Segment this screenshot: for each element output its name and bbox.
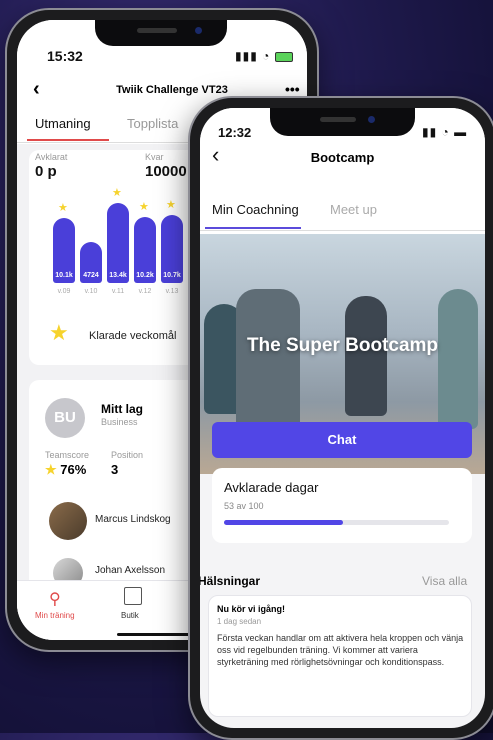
back-notch (95, 20, 227, 46)
back-page-title: Twiik Challenge VT23 (116, 84, 228, 96)
back-camera-icon (195, 27, 202, 34)
week-bar-value: 13.4k (109, 272, 127, 279)
chat-button[interactable]: Chat (212, 422, 472, 458)
left-label: Kvar (145, 152, 164, 162)
front-phone-screen: 12:32 ▮▮ ◔ ▬ ‹ Bootcamp Min Coachning Me… (200, 108, 485, 728)
see-all-link[interactable]: Visa alla (422, 574, 467, 588)
progress-fill (224, 520, 344, 525)
nav-butik[interactable]: Butik (121, 611, 139, 620)
week-bar-label: v.12 (138, 288, 152, 295)
progress-track (224, 520, 449, 525)
greeting-title: Nu kör vi igång! (217, 604, 286, 614)
team-avatar: BU (45, 398, 85, 438)
tab-min-coachning[interactable]: Min Coachning (212, 202, 299, 217)
week-bar-value: 10.1k (55, 272, 73, 279)
back-speaker (137, 28, 177, 33)
position-label: Position (111, 450, 144, 460)
front-status-icons: ▮▮ ◔ ▬ (422, 125, 468, 139)
week-bar-value: 10.7k (163, 272, 181, 279)
progress-title: Avklarade dagar (224, 480, 319, 495)
tab-meet-up[interactable]: Meet up (330, 202, 377, 217)
progress-subtitle: 53 av 100 (224, 501, 264, 511)
back-status-time: 15:32 (47, 48, 83, 64)
training-icon[interactable]: ⚲ (49, 589, 61, 609)
nav-min-traning[interactable]: Min träning (35, 611, 75, 620)
front-camera-icon (368, 116, 375, 123)
progress-card: Avklarade dagar 53 av 100 (212, 468, 472, 543)
front-status-time: 12:32 (218, 125, 252, 140)
back-status-icons: ▮▮▮ ◔ (235, 49, 293, 63)
home-indicator (117, 633, 197, 636)
team-name: Mitt lag (101, 402, 143, 416)
more-options-icon[interactable]: ••• (285, 81, 300, 97)
back-arrow-icon[interactable]: ‹ (212, 142, 219, 168)
tab-utmaning[interactable]: Utmaning (35, 116, 91, 131)
back-arrow-icon[interactable]: ‹ (33, 78, 40, 101)
front-phone: 12:32 ▮▮ ◔ ▬ ‹ Bootcamp Min Coachning Me… (188, 96, 493, 740)
week-bar-label: v.10 (84, 288, 98, 295)
weekly-bar-chart: 10.1k v.09 ★ 4724 v.10 13.4k v.11 ★ 10.2k v.12 ★ 10… (53, 187, 203, 295)
week-bar-label: v.11 (111, 288, 125, 295)
teamscore-number: 76% (60, 462, 87, 477)
front-page-title: Bootcamp (310, 150, 375, 165)
greeting-body: Första veckan handlar om att aktivera he… (217, 633, 464, 667)
greeting-time: 1 dag sedan (217, 617, 262, 626)
front-notch (270, 108, 415, 136)
hero-title: The Super Bootcamp (246, 335, 439, 356)
week-bar-label: v.13 (165, 288, 179, 295)
week-bar-value: 4724 (83, 272, 99, 279)
weekly-goals-label: Klarade veckomål (89, 330, 177, 342)
active-tab-underline (27, 139, 109, 141)
week-bar (107, 203, 129, 283)
done-value: 0 p (35, 163, 57, 180)
position-value: 3 (111, 462, 119, 477)
done-label: Avklarat (35, 152, 68, 162)
teamscore-value: ★ 76% (45, 462, 87, 477)
greeting-card[interactable]: Nu kör vi igång! 1 dag sedan Första veck… (208, 595, 472, 717)
member-name[interactable]: Johan Axelsson (95, 565, 165, 576)
week-bar-value: 10.2k (136, 272, 154, 279)
week-bar-label: v.09 (57, 288, 71, 295)
teamscore-label: Teamscore (45, 450, 90, 460)
star-icon: ★ (112, 187, 122, 199)
star-icon: ★ (139, 201, 149, 213)
active-tab-underline (205, 227, 301, 229)
greetings-header: Hälsningar (200, 574, 261, 588)
front-speaker (320, 117, 356, 122)
star-icon: ★ (49, 320, 69, 345)
member-name[interactable]: Marcus Lindskog (95, 514, 171, 525)
shop-icon[interactable] (124, 587, 142, 605)
front-tabs: Min Coachning Meet up (200, 184, 485, 231)
team-type: Business (101, 417, 138, 427)
member-avatar (49, 502, 87, 540)
runner-figure (438, 289, 478, 429)
star-icon: ★ (58, 202, 68, 214)
tab-topplista[interactable]: Topplista (127, 116, 178, 131)
star-icon: ★ (166, 199, 176, 211)
